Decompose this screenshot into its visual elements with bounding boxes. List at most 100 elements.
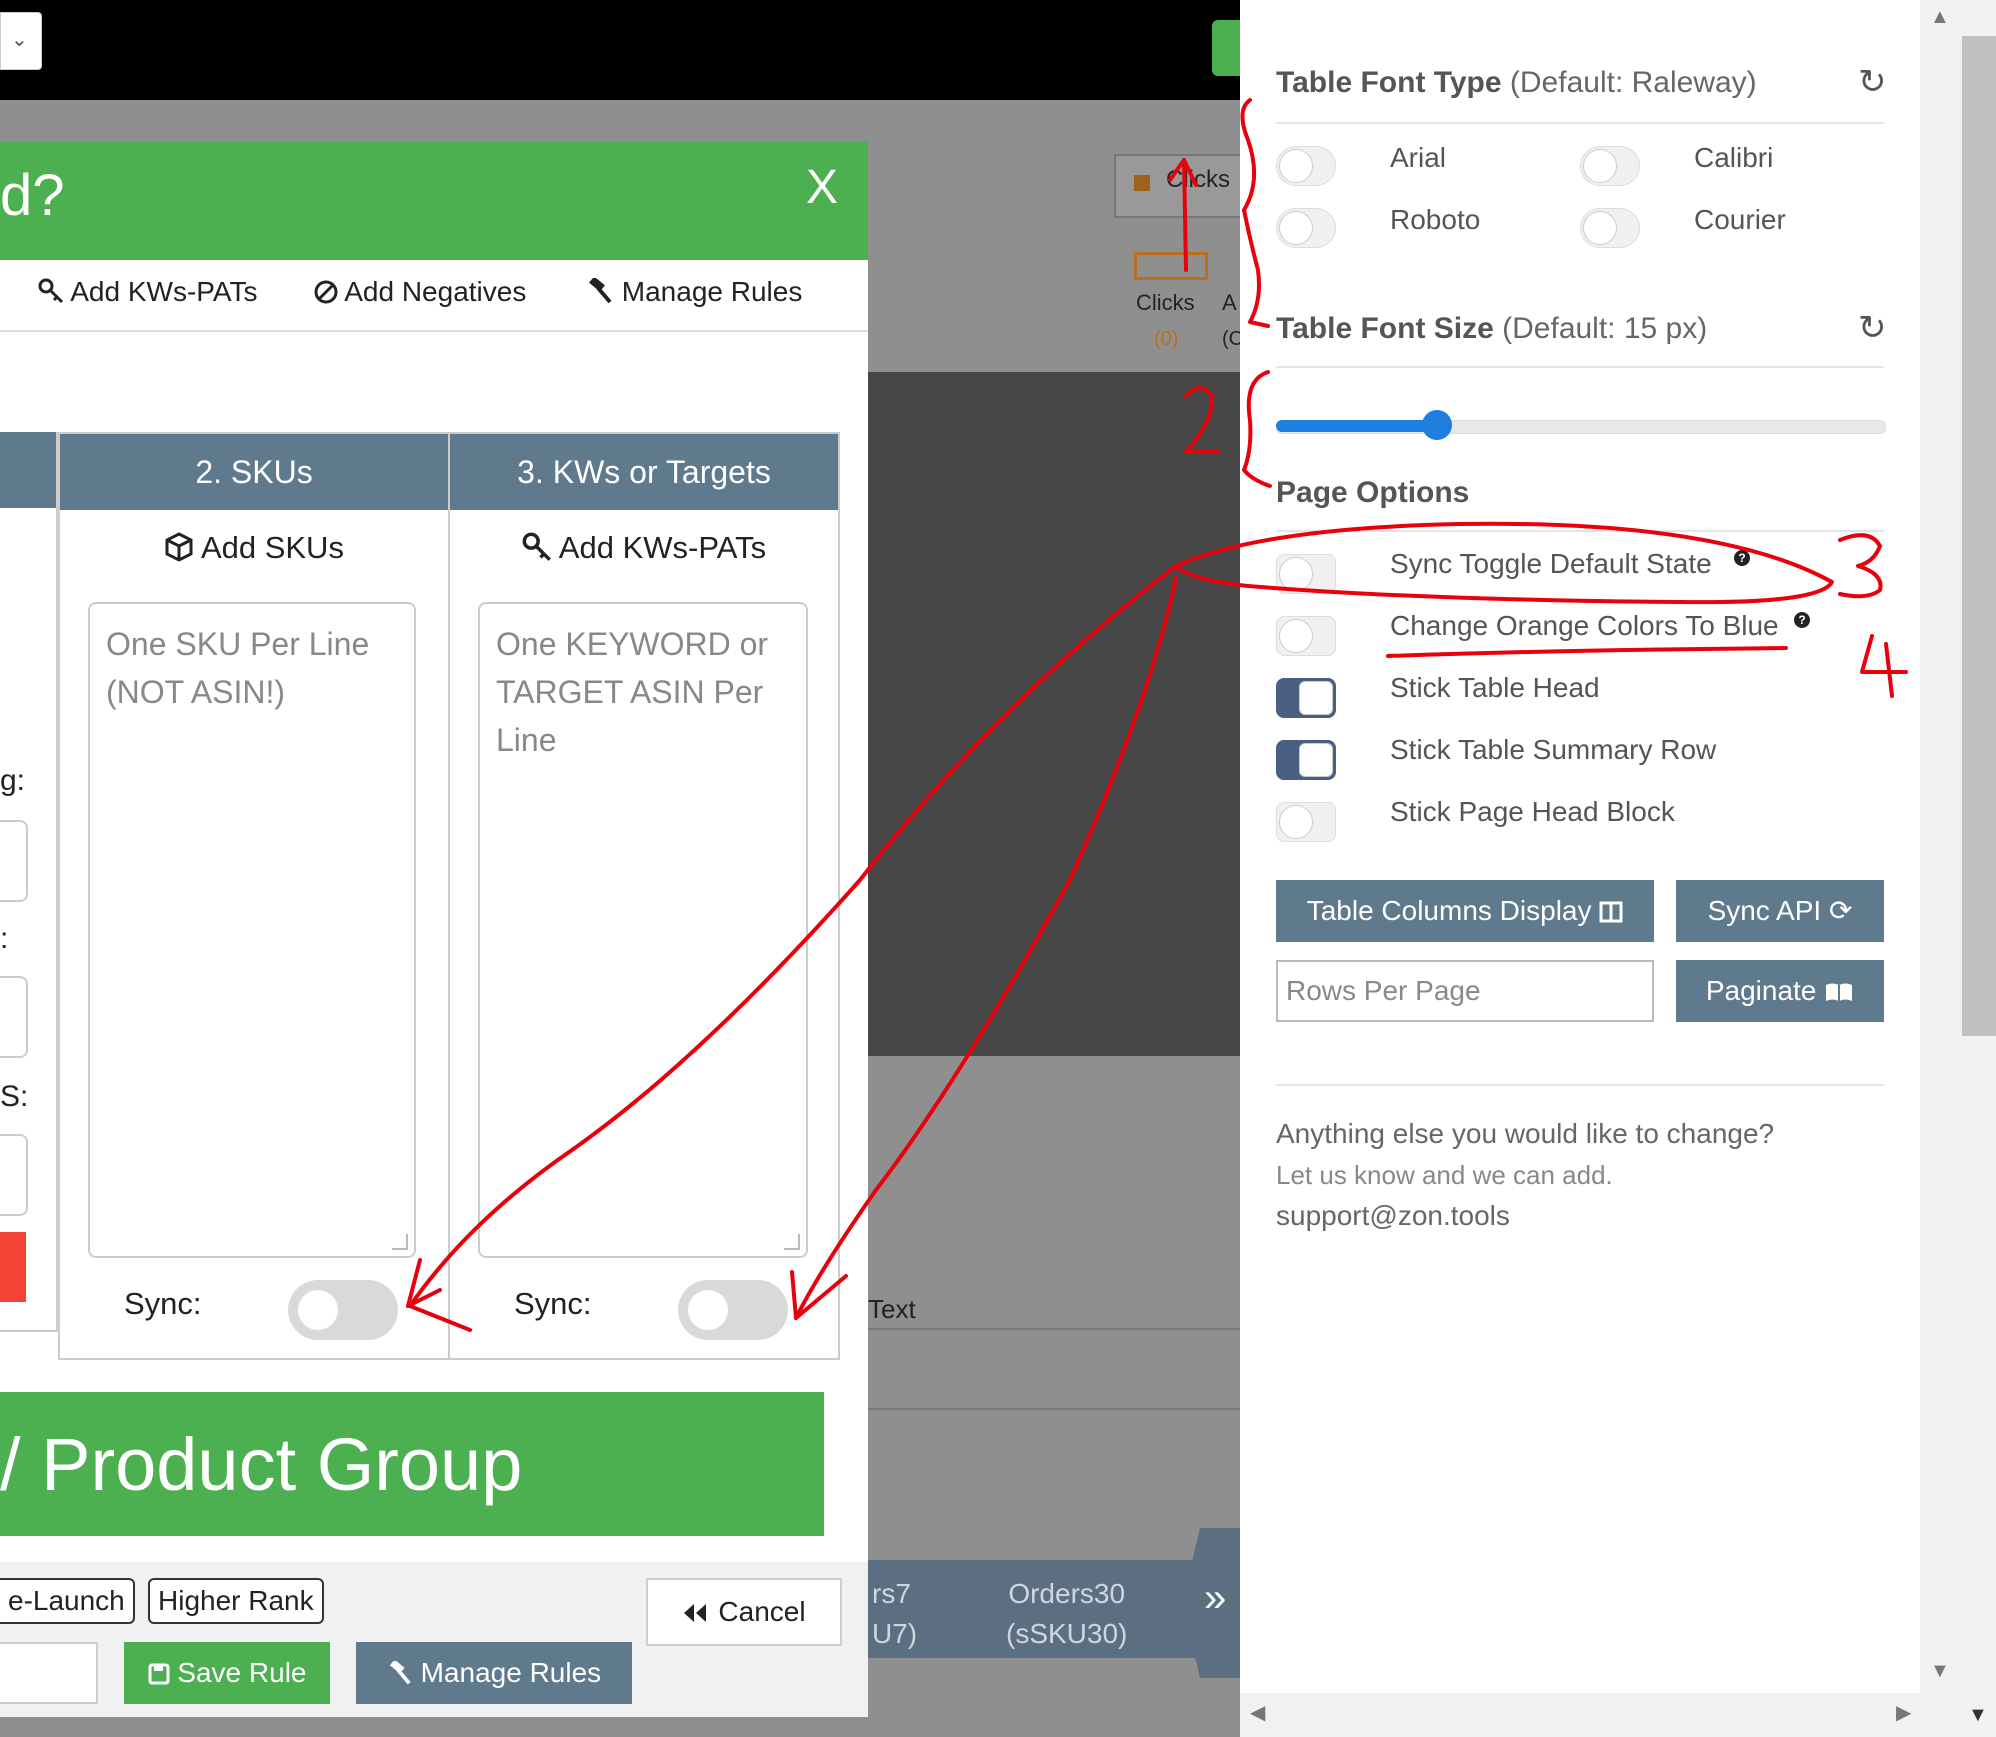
option-label: Stick Table Summary Row bbox=[1390, 734, 1717, 765]
reset-font-type-icon[interactable]: ↻ bbox=[1858, 62, 1887, 102]
toggle-orange-to-blue[interactable] bbox=[1276, 616, 1336, 656]
kws-sync-toggle[interactable] bbox=[678, 1280, 788, 1340]
top-green-button[interactable] bbox=[1212, 20, 1240, 76]
horizontal-scrollbar[interactable] bbox=[1240, 1693, 1920, 1737]
toggle-stick-table-head[interactable] bbox=[1276, 678, 1336, 718]
column-header-clicks[interactable]: Clicks bbox=[1136, 290, 1195, 316]
summary-cell-orders30: Orders30 (sSKU30) bbox=[1006, 1574, 1127, 1654]
default-note: (Default: 15 px) bbox=[1502, 312, 1708, 345]
page-scroll-down-icon[interactable]: ▼ bbox=[1968, 1704, 1988, 1727]
new-product-group-button[interactable]: / Product Group bbox=[0, 1392, 824, 1536]
scroll-up-icon[interactable]: ▲ bbox=[1930, 6, 1950, 29]
help-icon[interactable]: ? bbox=[1794, 612, 1810, 628]
toggle-knob bbox=[1299, 743, 1333, 777]
scroll-left-icon[interactable]: ◀ bbox=[1250, 1700, 1265, 1725]
field-input[interactable] bbox=[0, 820, 28, 902]
toggle-arial[interactable] bbox=[1276, 146, 1336, 186]
skus-textarea[interactable]: One SKU Per Line (NOT ASIN!) bbox=[88, 602, 416, 1258]
modal-header bbox=[0, 142, 868, 260]
book-open-icon bbox=[1826, 983, 1853, 1001]
toggle-stick-summary-row[interactable] bbox=[1276, 740, 1336, 780]
option-label: Change Orange Colors To Blue bbox=[1390, 610, 1779, 641]
tab-manage-rules[interactable]: Manage Rules bbox=[586, 276, 802, 308]
manage-rules-button[interactable]: Manage Rules bbox=[356, 1642, 632, 1704]
summary-cell-line: rs7 bbox=[872, 1578, 911, 1609]
modal-title: d? bbox=[0, 163, 65, 228]
add-kws-pats-action[interactable]: Add KWs-PATs bbox=[450, 530, 838, 566]
page-scrollbar-thumb[interactable] bbox=[1962, 36, 1996, 1036]
toggle-calibri[interactable] bbox=[1580, 146, 1640, 186]
option-label: Stick Page Head Block bbox=[1390, 796, 1675, 827]
delete-button[interactable] bbox=[0, 1232, 26, 1302]
column-header-skus: 2. SKUs bbox=[60, 434, 448, 510]
option-label: Stick Table Head bbox=[1390, 672, 1600, 703]
button-label: Paginate bbox=[1705, 975, 1817, 1006]
divider bbox=[1276, 122, 1884, 124]
field-label: g: bbox=[0, 764, 26, 797]
help-icon[interactable]: ? bbox=[1734, 550, 1750, 566]
tab-label: Add Negatives bbox=[344, 276, 527, 307]
toggle-knob bbox=[1279, 211, 1313, 245]
resize-handle[interactable] bbox=[392, 1234, 408, 1250]
top-select[interactable]: ⌄ bbox=[0, 12, 42, 70]
chevron-down-icon: ⌄ bbox=[11, 29, 28, 51]
rule-name-input[interactable] bbox=[0, 1642, 98, 1704]
table-columns-display-button[interactable]: Table Columns Display bbox=[1276, 880, 1654, 942]
divider bbox=[1276, 530, 1884, 532]
scroll-right-icon[interactable]: ▶ bbox=[1896, 1700, 1911, 1725]
chart-area bbox=[868, 372, 1240, 1056]
field-input[interactable] bbox=[0, 976, 28, 1058]
slider-thumb[interactable] bbox=[1422, 410, 1452, 440]
sync-label: Sync: bbox=[514, 1286, 592, 1321]
preset-chip[interactable]: e-Launch bbox=[0, 1578, 135, 1624]
slider-fill bbox=[1276, 420, 1436, 432]
toggle-knob bbox=[1279, 619, 1313, 653]
action-label: Add KWs-PATs bbox=[558, 530, 767, 565]
tab-add-kws-pats[interactable]: Add KWs-PATs bbox=[38, 276, 257, 308]
option-label: Courier bbox=[1694, 204, 1786, 235]
legend-label: Clicks bbox=[1166, 166, 1230, 193]
preset-chip-higher-rank[interactable]: Higher Rank bbox=[148, 1578, 324, 1624]
option-label: Sync Toggle Default State bbox=[1390, 548, 1712, 579]
field-input[interactable] bbox=[0, 1134, 28, 1216]
toggle-stick-page-head[interactable] bbox=[1276, 802, 1336, 842]
tab-label: Add KWs-PATs bbox=[70, 276, 258, 307]
toggle-knob bbox=[688, 1290, 728, 1330]
rows-per-page-input[interactable]: Rows Per Page bbox=[1276, 960, 1654, 1022]
manage-label: Manage Rules bbox=[420, 1657, 602, 1688]
save-rule-button[interactable]: Save Rule bbox=[124, 1642, 330, 1704]
toggle-courier[interactable] bbox=[1580, 208, 1640, 248]
close-button[interactable]: X bbox=[806, 160, 838, 215]
cancel-button[interactable]: Cancel bbox=[646, 1578, 842, 1646]
toggle-knob bbox=[1279, 149, 1313, 183]
add-skus-action[interactable]: Add SKUs bbox=[60, 530, 448, 566]
section-title: Table Font Type bbox=[1276, 66, 1502, 99]
button-label: Sync API bbox=[1707, 895, 1822, 926]
scroll-down-icon[interactable]: ▼ bbox=[1930, 1660, 1950, 1683]
column-total-clicks: (0) bbox=[1154, 328, 1179, 350]
toggle-knob bbox=[1279, 557, 1313, 591]
resize-handle[interactable] bbox=[784, 1234, 800, 1250]
option-label: Calibri bbox=[1694, 142, 1774, 173]
divider bbox=[1276, 1084, 1884, 1086]
toggle-knob bbox=[1583, 211, 1617, 245]
sync-api-button[interactable]: Sync API ⟳ bbox=[1676, 880, 1884, 942]
table-divider bbox=[868, 1408, 1240, 1410]
banner-label: / Product Group bbox=[0, 1423, 523, 1506]
top-bar bbox=[0, 0, 1240, 100]
kws-textarea[interactable]: One KEYWORD or TARGET ASIN Per Line bbox=[478, 602, 808, 1258]
backward-icon bbox=[684, 1604, 707, 1622]
gavel-icon bbox=[589, 276, 612, 304]
cube-icon bbox=[165, 532, 193, 562]
action-label: Add SKUs bbox=[200, 530, 344, 565]
feedback-note: Let us know and we can add. bbox=[1276, 1160, 1613, 1190]
refresh-icon: ⟳ bbox=[1828, 895, 1853, 926]
column-header[interactable]: A bbox=[1222, 290, 1237, 316]
toggle-sync-default[interactable] bbox=[1276, 554, 1336, 594]
reset-font-size-icon[interactable]: ↻ bbox=[1858, 308, 1887, 348]
toggle-roboto[interactable] bbox=[1276, 208, 1336, 248]
tab-add-negatives[interactable]: Add Negatives bbox=[314, 276, 526, 308]
skus-sync-toggle[interactable] bbox=[288, 1280, 398, 1340]
paginate-button[interactable]: Paginate bbox=[1676, 960, 1884, 1022]
support-email-link[interactable]: support@zon.tools bbox=[1276, 1200, 1510, 1232]
